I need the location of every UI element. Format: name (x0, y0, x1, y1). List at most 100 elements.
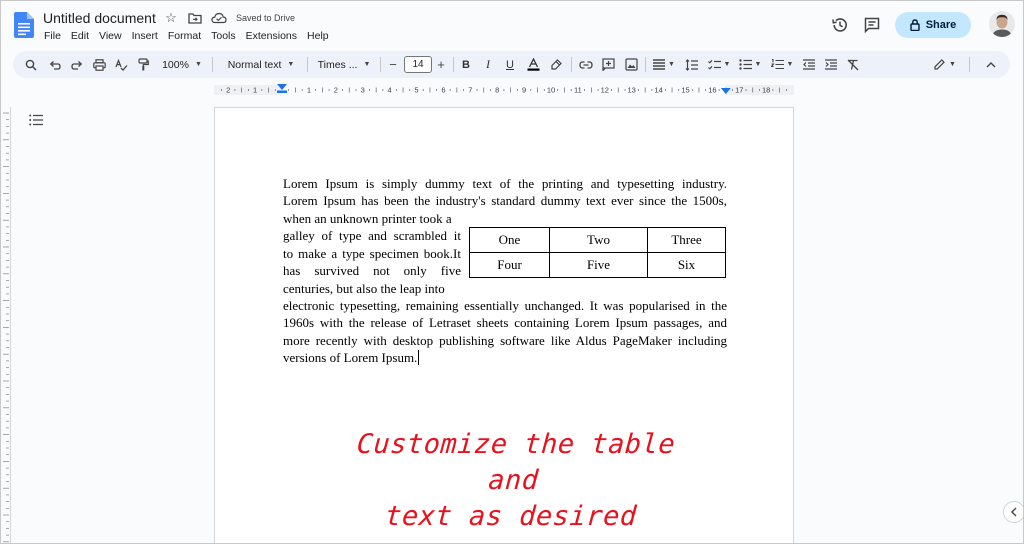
redo-icon[interactable] (69, 51, 85, 78)
chevron-down-icon: ▼ (786, 61, 794, 68)
ruler-number: 2 (334, 86, 338, 95)
avatar[interactable] (989, 11, 1015, 37)
paint-format-icon[interactable] (135, 51, 151, 78)
toolbar-divider (969, 57, 970, 72)
underline-icon[interactable]: U (503, 51, 517, 78)
vertical-ruler[interactable] (1, 107, 11, 543)
table-cell[interactable]: Four (469, 252, 550, 278)
toolbar-divider (571, 57, 572, 72)
move-folder-icon[interactable] (187, 11, 203, 25)
chevron-down-icon: ▼ (723, 61, 731, 68)
decrease-indent-icon[interactable] (801, 51, 817, 78)
line-spacing-icon[interactable] (683, 51, 699, 78)
link-icon[interactable] (578, 51, 594, 78)
header: Untitled document ☆ Saved to Drive File … (1, 1, 1023, 51)
text-line: to make a type specimen book.It (283, 245, 461, 261)
print-icon[interactable] (91, 51, 107, 78)
paragraph-wrapped: when an unknown printer took a galley of… (283, 210, 461, 297)
annotation-line: Customize the table and (355, 429, 677, 496)
italic-icon[interactable]: I (481, 51, 495, 78)
zoom-dropdown[interactable]: 100% ▼ (160, 51, 204, 78)
ruler-number: 5 (414, 86, 418, 95)
docs-logo-icon[interactable] (14, 12, 34, 38)
lock-icon (910, 19, 920, 31)
clear-formatting-icon[interactable] (845, 51, 861, 78)
menu-insert[interactable]: Insert (127, 30, 163, 42)
text-cursor (418, 350, 420, 366)
side-panel-toggle[interactable] (1003, 501, 1023, 523)
ruler-number: 11 (574, 86, 582, 95)
comment-icon[interactable] (600, 51, 616, 78)
ruler-number: 4 (388, 86, 392, 95)
document-outline-icon[interactable] (29, 113, 43, 131)
chevron-down-icon: ▼ (754, 61, 762, 68)
table-cell[interactable]: One (469, 227, 550, 253)
ruler-number: 1 (307, 86, 311, 95)
image-icon[interactable] (623, 51, 639, 78)
menu-edit[interactable]: Edit (66, 30, 94, 42)
toolbar-divider (307, 57, 308, 72)
align-icon[interactable]: ▼ (651, 51, 677, 78)
menu-extensions[interactable]: Extensions (241, 30, 302, 42)
ruler-number: 14 (654, 86, 662, 95)
editing-mode-icon[interactable]: ▼ (931, 51, 959, 78)
paragraph-intro: Lorem Ipsum is simply dummy text of the … (283, 175, 727, 210)
style-dropdown[interactable]: Normal text ▼ (221, 51, 301, 78)
increase-font-size-button[interactable]: + (434, 51, 448, 78)
cloud-saved-icon[interactable] (211, 11, 227, 25)
numbered-list-icon[interactable]: ▼ (769, 51, 795, 78)
ruler-number: 12 (601, 86, 609, 95)
table-cell[interactable]: Five (549, 252, 648, 278)
menu-bar: File Edit View Insert Format Tools Exten… (39, 30, 334, 42)
comments-icon[interactable] (863, 16, 881, 34)
ruler-number: 16 (708, 86, 716, 95)
highlight-icon[interactable] (548, 51, 564, 78)
text-line: Lorem Ipsum is simply dummy text of the … (283, 176, 727, 191)
ruler-number: 8 (495, 86, 499, 95)
toolbar-divider (453, 57, 454, 72)
menu-help[interactable]: Help (302, 30, 334, 42)
annotation-text: Customize the table and text as desired (337, 427, 690, 535)
decrease-font-size-button[interactable]: − (386, 51, 400, 78)
search-icon[interactable] (23, 51, 39, 78)
text-line: versions of Lorem Ipsum. (283, 349, 727, 366)
annotation-line: text as desired (384, 501, 638, 532)
table-row: Four Five Six (469, 252, 726, 278)
spellcheck-icon[interactable] (113, 51, 129, 78)
undo-icon[interactable] (47, 51, 63, 78)
text-line: galley of type and scrambled it (283, 228, 461, 244)
style-value: Normal text (227, 58, 282, 71)
menu-format[interactable]: Format (163, 30, 206, 42)
header-actions: Share (813, 9, 1023, 41)
version-history-icon[interactable] (831, 16, 849, 34)
chevron-down-icon: ▼ (363, 61, 371, 68)
zoom-value: 100% (162, 58, 189, 71)
menu-view[interactable]: View (94, 30, 127, 42)
font-size-input[interactable]: 14 (404, 56, 432, 73)
checklist-icon[interactable]: ▼ (706, 51, 732, 78)
share-label: Share (925, 19, 957, 31)
first-line-indent-marker[interactable] (277, 90, 287, 94)
document-table[interactable]: One Two Three Four Five Six (469, 227, 726, 278)
ruler-number: 6 (441, 86, 445, 95)
menu-file[interactable]: File (39, 30, 66, 42)
ruler-number: 17 (735, 86, 743, 95)
text-color-icon[interactable] (525, 51, 541, 78)
share-button[interactable]: Share (895, 12, 971, 38)
font-dropdown[interactable]: Times ... ▼ (315, 51, 373, 78)
bullet-list-icon[interactable]: ▼ (737, 51, 763, 78)
table-cell[interactable]: Two (549, 227, 648, 253)
toolbar: 100% ▼ Normal text ▼ Times ... ▼ − 14 + B I… (13, 51, 1010, 78)
ruler-margin (214, 85, 282, 95)
document-body[interactable]: Lorem Ipsum is simply dummy text of the … (283, 175, 727, 366)
doc-title[interactable]: Untitled document (43, 10, 156, 26)
star-icon[interactable]: ☆ (163, 10, 179, 25)
bold-icon[interactable]: B (459, 51, 473, 78)
menu-tools[interactable]: Tools (206, 30, 241, 42)
chevron-down-icon: ▼ (668, 61, 675, 68)
horizontal-ruler[interactable]: 2 1 1 2 3 4 5 6 7 8 9 10 11 12 13 14 15 16 17 18 (214, 83, 794, 97)
table-cell[interactable]: Six (647, 252, 726, 278)
increase-indent-icon[interactable] (823, 51, 839, 78)
collapse-icon[interactable] (983, 51, 999, 78)
table-cell[interactable]: Three (647, 227, 726, 253)
